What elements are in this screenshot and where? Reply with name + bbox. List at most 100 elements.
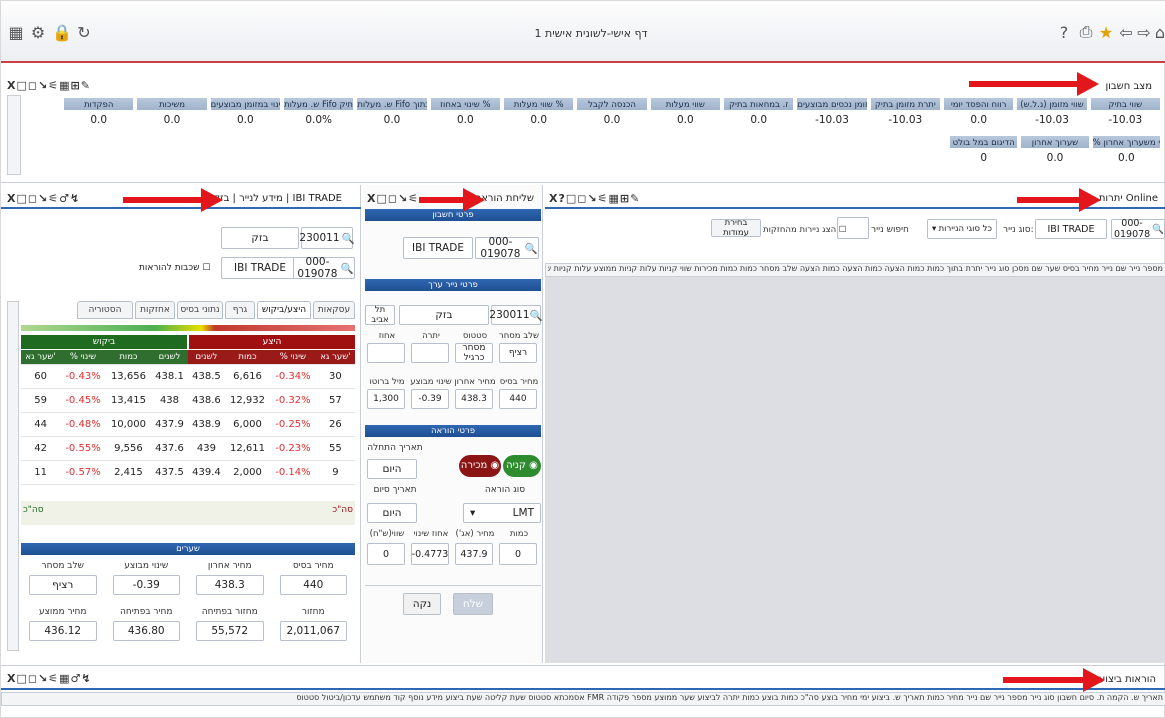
refresh-icon[interactable]: ↻ [73,21,95,43]
rate-label: מחיר אחרון [207,561,252,571]
account-column-value: 0.0 [236,114,254,126]
annotation-arrow [1017,188,1101,212]
depth-cell: 437.5 [151,460,188,485]
depth-cell: -0.34% [270,364,316,389]
quantity-label: אחוז שינוי [413,529,449,539]
executions-table-header: תאריך ש. הקמה ת. סיום חשבון סוג נייר מספ… [1,692,1165,706]
order-stat-label: שלב מסחר [498,331,540,341]
scrollbar[interactable] [7,301,19,651]
account-column-header: שווי מעלות % [503,97,575,111]
star-icon[interactable]: ★ [1095,21,1117,43]
depth-column-header: לשנים [187,350,225,365]
account-column-value: -10.03 [815,114,849,126]
account-column-value: 0 [980,152,987,164]
sell-toggle[interactable]: מכירה ◉ [459,455,501,477]
choose-columns-button[interactable]: בחירת עמודות [711,218,761,238]
holdings-checkbox[interactable]: הצג ניירות מהחזקות ☐ [763,225,847,235]
account-column-value: 0.0 [603,114,621,126]
executions-columns: תאריך ש. הקמה ת. סיום חשבון סוג נייר מספ… [296,693,1163,702]
chevron-down-icon[interactable]: ▾ [932,224,936,234]
send-order-panel: X□◻↘⚟ שליחת הוראה פרטי חשבון IBI TRADE 0… [363,185,543,663]
security-type-select[interactable]: ▾ כל סוגי הניירות [927,219,997,239]
layers-checkbox[interactable]: שכבות להוראות ☐ [139,263,210,273]
panel-toolbar-icons[interactable]: X□◻↘⚟ [367,192,419,205]
clear-button[interactable]: נקה [403,593,441,615]
rate-label: מחיר בפתיחה [120,607,173,617]
rates-grid: מחיר בסיס 440 מחיר אחרון 438.3 שינוי מבוצע -0… [21,557,355,657]
search-icon[interactable]: 🔍 [1152,224,1164,235]
depth-row[interactable]: 42 -0.55% 9,556 437.6 439 12,611 -0.23% 55 [21,436,355,461]
total-label-left: סה"כ [23,505,44,515]
home-icon[interactable]: ⌂ [1149,21,1165,43]
security-number-field[interactable]: 230011 🔍 [299,227,355,249]
exchange-field[interactable]: תל אביב [365,305,395,325]
account-status-panel: X□◻↘⚟▦⊞✎ מצב חשבון שווי בתיק -10.03 שווי מ… [1,73,1165,183]
tab-depth[interactable]: אחזקות [135,301,175,319]
rate-label: מחזור [301,607,325,617]
depth-column-header: כמות [224,350,271,365]
depth-cell: 6,000 [224,412,271,437]
start-date-field[interactable]: היום [367,459,417,479]
order-stat-label: סטטוס [462,331,488,341]
depth-row[interactable]: 11 -0.57% 2,415 437.5 439.4 2,000 -0.14% 9 [21,460,355,485]
annotation-arrow [419,188,485,212]
buy-toggle[interactable]: קניה ◉ [503,455,541,477]
tab-depth[interactable]: היצע/ביקוש [257,301,311,319]
search-icon[interactable]: 🔍 [525,242,538,255]
print-icon[interactable]: ⎙ [1075,21,1097,43]
sell-label: מכירה [460,460,488,471]
order-stat-label: מיל ברוטו [369,377,405,387]
chevron-down-icon[interactable]: ▾ [470,507,475,519]
tab-depth[interactable]: נתוני בסיס [177,301,223,319]
depth-row[interactable]: 60 -0.43% 13,656 438.1 438.5 6,616 -0.34% 30 [21,364,355,389]
quantity-field[interactable]: 0 [367,543,405,565]
depth-column-header: לשנים [151,350,188,365]
rate-label: שלב מסחר [41,561,84,571]
security-name-field[interactable]: בזק [221,227,299,249]
online-account-field[interactable]: 000-019078 🔍 [1111,218,1165,240]
quantity-field[interactable]: 0 [499,543,537,565]
send-button[interactable]: שלח [453,593,493,615]
depth-cell: 26 [315,412,355,437]
end-date-field[interactable]: היום [367,503,417,523]
depth-row[interactable]: 59 -0.45% 13,415 438 438.6 12,932 -0.32% 57 [21,388,355,413]
account-column-header: שערוך אחרון [1020,135,1090,149]
panel-toolbar-icons[interactable]: X□◻↘⚟▦♂↯ [7,672,92,685]
order-account-field[interactable]: 000-019078 🔍 [475,236,539,260]
panel-toolbar-icons[interactable]: X?□◻↘⚟▦⊞✎ [549,192,640,205]
order-trade-field[interactable]: IBI TRADE [403,237,473,259]
depth-row[interactable]: 44 -0.48% 10,000 437.9 438.9 6,000 -0.25% 26 [21,412,355,437]
search-icon[interactable]: 🔍 [341,262,354,275]
help-icon[interactable]: ? [1053,21,1075,43]
online-balances-panel: X?□◻↘⚟▦⊞✎ יתרות Online 000-019078 🔍 IBI T… [545,185,1165,663]
grid-icon[interactable]: ▦ [5,21,27,43]
order-security-name[interactable]: בזק [399,305,489,325]
order-security-number[interactable]: 230011 🔍 [489,305,543,325]
account-column-header: ז. במחאות בתיק [723,97,795,111]
tab-depth[interactable]: גרף [225,301,255,319]
search-icon[interactable]: 🔍 [342,232,355,245]
account-field[interactable]: 000-019078 🔍 [293,256,355,280]
order-type-select[interactable]: ▾ LMT [463,503,541,523]
depth-column-header: % שינוי [270,350,316,365]
rate-value: 436.12 [29,621,97,641]
panel-toolbar-icons[interactable]: X□◻↘⚟▦⊞✎ [7,79,91,92]
account-column-header: רווח והפסד יומי [943,97,1015,111]
gear-icon[interactable]: ⚙ [27,21,49,43]
holdings-checkbox-label: הצג ניירות מהחזקות [763,225,837,235]
account-column-header: הפקדות [63,97,135,111]
quantity-field[interactable]: -0.4773 [411,543,449,565]
search-icon[interactable]: 🔍 [530,309,543,322]
quantity-field[interactable]: 437.9 [455,543,493,565]
online-trade-field[interactable]: IBI TRADE [1035,219,1107,239]
scrollbar[interactable] [7,95,21,175]
lock-icon[interactable]: 🔒 [51,21,73,43]
tab-depth[interactable]: הסטוריה [77,301,133,319]
rate-value: רציף [29,575,97,595]
tab-depth[interactable]: עסקאות [313,301,355,319]
order-security-number-text: 230011 [489,309,530,321]
ask-header: היצע [189,335,355,349]
trade-field[interactable]: IBI TRADE [221,257,299,279]
panel-toolbar-icons[interactable]: X□◻↘⚟♂↯ [7,192,80,205]
depth-cell: 59 [21,388,61,413]
